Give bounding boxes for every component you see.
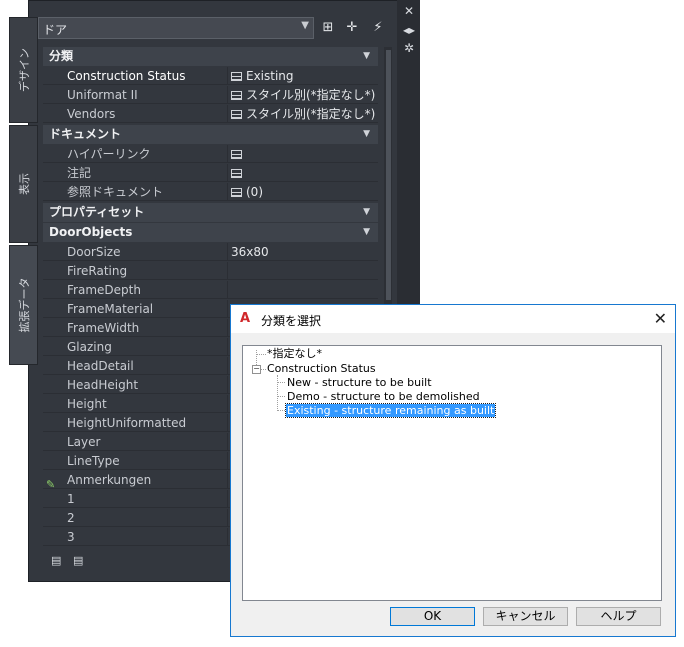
property-row[interactable]: Vendors スタイル別(*指定なし*)	[43, 105, 378, 124]
settings-icon[interactable]: ✲	[402, 41, 416, 55]
property-name: FrameMaterial	[43, 300, 227, 318]
add-selection-icon[interactable]: ⊞	[319, 19, 337, 37]
property-name: ハイパーリンク	[43, 145, 227, 163]
chevron-down-icon[interactable]: ▼	[363, 203, 370, 222]
chevron-down-icon[interactable]: ▼	[363, 223, 370, 242]
property-name: 2	[43, 509, 227, 527]
list-icon[interactable]	[231, 188, 242, 197]
property-row[interactable]: Uniformat II スタイル別(*指定なし*)	[43, 86, 378, 105]
property-name: Anmerkungen	[43, 471, 227, 489]
remove-property-set-icon[interactable]: ▤	[73, 555, 87, 567]
autocad-logo-icon: A	[240, 311, 251, 326]
property-name: 注記	[43, 164, 227, 182]
property-name: Layer	[43, 433, 227, 451]
property-name: Vendors	[43, 105, 227, 123]
tab-extended-data-label: 拡張データ	[17, 277, 31, 333]
property-name: HeightUniformatted	[43, 414, 227, 432]
quick-select-icon[interactable]: ⚡	[369, 19, 387, 37]
property-row[interactable]: FrameDepth	[43, 281, 378, 300]
category-label: ドキュメント	[49, 127, 122, 141]
chevron-down-icon[interactable]: ▼	[363, 47, 370, 66]
property-value-text: (0)	[246, 185, 263, 199]
object-type-value: ドア	[43, 23, 68, 37]
property-name: FireRating	[43, 262, 227, 280]
tab-design-label: デザイン	[17, 48, 31, 92]
property-value[interactable]	[227, 262, 378, 280]
tree-item-new[interactable]: New - structure to be built	[287, 376, 432, 389]
property-row[interactable]: FireRating	[43, 262, 378, 281]
close-icon[interactable]: ✕	[402, 4, 416, 18]
category-header[interactable]: プロパティセット ▼	[43, 203, 378, 222]
property-value-text: Existing	[246, 69, 294, 83]
dialog-titlebar: A 分類を選択 ✕	[231, 305, 675, 333]
auto-hide-icon[interactable]: ◂▸	[402, 23, 416, 37]
ok-button[interactable]: OK	[390, 607, 475, 626]
tree-item-none[interactable]: *指定なし*	[267, 347, 322, 360]
list-icon[interactable]	[231, 150, 242, 159]
property-name: DoorSize	[43, 243, 227, 261]
tree-item-construction-status[interactable]: Construction Status	[267, 362, 376, 375]
property-value[interactable]	[227, 281, 378, 299]
tab-display[interactable]: 表示	[9, 125, 38, 243]
property-name: HeadDetail	[43, 357, 227, 375]
object-type-select[interactable]: ドア ▼	[38, 17, 314, 39]
property-name: Glazing	[43, 338, 227, 356]
list-icon[interactable]	[231, 110, 242, 119]
category-label: DoorObjects	[49, 225, 133, 239]
property-value[interactable]	[227, 145, 378, 163]
property-row[interactable]: 参照ドキュメント (0)	[43, 183, 378, 202]
chevron-down-icon: ▼	[301, 20, 309, 31]
property-row[interactable]: 注記	[43, 164, 378, 183]
property-value-text: スタイル別(*指定なし*)	[246, 107, 376, 121]
property-name: Height	[43, 395, 227, 413]
select-classification-dialog: A 分類を選択 ✕ *指定なし* − Construction Status N…	[230, 304, 676, 637]
list-icon[interactable]	[231, 169, 242, 178]
category-header[interactable]: ドキュメント ▼	[43, 125, 378, 144]
category-header[interactable]: DoorObjects ▼	[43, 223, 378, 242]
property-name: 3	[43, 528, 227, 546]
property-value[interactable]: Existing	[227, 67, 378, 85]
property-name: FrameDepth	[43, 281, 227, 299]
category-label: 分類	[49, 49, 74, 63]
tab-display-label: 表示	[17, 173, 31, 195]
list-icon[interactable]	[231, 72, 242, 81]
property-name: FrameWidth	[43, 319, 227, 337]
property-value-text: 36x80	[231, 245, 269, 259]
add-property-set-icon[interactable]: ▤	[51, 555, 65, 567]
property-row[interactable]: ハイパーリンク	[43, 145, 378, 164]
classification-tree[interactable]: *指定なし* − Construction Status New - struc…	[242, 345, 662, 601]
category-header[interactable]: 分類 ▼	[43, 47, 378, 66]
property-name: 参照ドキュメント	[43, 183, 227, 201]
pick-object-icon[interactable]: ✛	[343, 19, 361, 37]
edit-property-icon: ✎	[46, 478, 56, 491]
property-row[interactable]: DoorSize 36x80	[43, 243, 378, 262]
close-icon[interactable]: ✕	[654, 309, 667, 328]
cancel-button[interactable]: キャンセル	[483, 607, 568, 626]
property-name: Construction Status	[43, 67, 227, 85]
property-name: LineType	[43, 452, 227, 470]
property-value[interactable]: スタイル別(*指定なし*)	[227, 105, 378, 123]
palette-scroll-thumb[interactable]	[386, 50, 391, 300]
category-label: プロパティセット	[49, 205, 145, 219]
help-button[interactable]: ヘルプ	[576, 607, 661, 626]
chevron-down-icon[interactable]: ▼	[363, 125, 370, 144]
dialog-title: 分類を選択	[261, 314, 322, 328]
property-row[interactable]: Construction Status Existing	[43, 67, 378, 86]
list-icon[interactable]	[231, 91, 242, 100]
property-name: 1	[43, 490, 227, 508]
property-value[interactable]: スタイル別(*指定なし*)	[227, 86, 378, 104]
tree-item-existing[interactable]: Existing - structure remaining as built	[284, 403, 497, 418]
tab-extended-data[interactable]: 拡張データ	[9, 245, 38, 365]
property-value[interactable]	[227, 164, 378, 182]
property-name: HeadHeight	[43, 376, 227, 394]
property-value[interactable]: (0)	[227, 183, 378, 201]
property-name: Uniformat II	[43, 86, 227, 104]
property-value[interactable]: 36x80	[227, 243, 378, 261]
tree-item-demo[interactable]: Demo - structure to be demolished	[287, 390, 480, 403]
property-value-text: スタイル別(*指定なし*)	[246, 88, 376, 102]
collapse-icon[interactable]: −	[252, 365, 261, 374]
tab-design[interactable]: デザイン	[9, 17, 38, 123]
